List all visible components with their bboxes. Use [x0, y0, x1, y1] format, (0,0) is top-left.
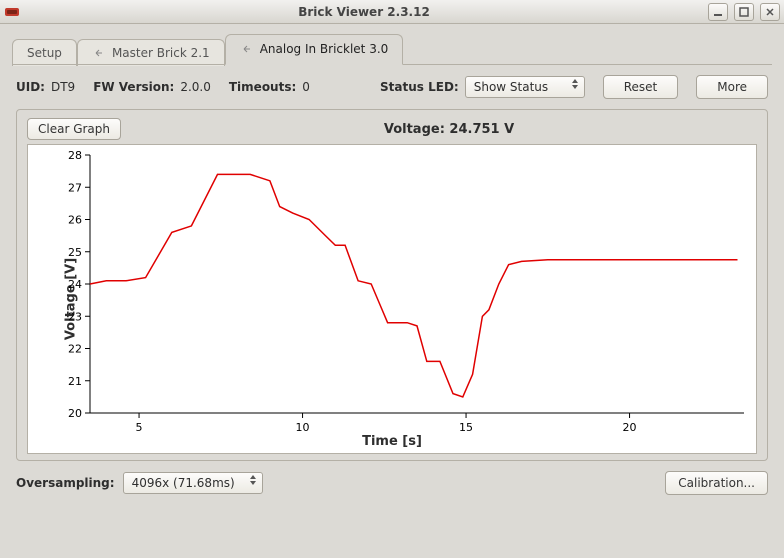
- svg-text:20: 20: [623, 421, 637, 434]
- more-button[interactable]: More: [696, 75, 768, 99]
- svg-text:22: 22: [68, 343, 82, 356]
- tab-label: Setup: [27, 46, 62, 60]
- timeouts-value: 0: [302, 80, 310, 94]
- tab-master-brick[interactable]: Master Brick 2.1: [77, 39, 225, 66]
- oversampling-value: 4096x (71.68ms): [132, 476, 235, 490]
- more-button-label: More: [717, 80, 747, 94]
- svg-text:26: 26: [68, 214, 82, 227]
- bottom-row: Oversampling: 4096x (71.68ms) Calibratio…: [16, 471, 768, 495]
- window-titlebar: Brick Viewer 2.3.12: [0, 0, 784, 24]
- clear-graph-label: Clear Graph: [38, 122, 110, 136]
- window-maximize-button[interactable]: [734, 3, 754, 21]
- svg-text:10: 10: [296, 421, 310, 434]
- status-led-select[interactable]: Show Status: [465, 76, 585, 98]
- calibration-button-label: Calibration...: [678, 476, 755, 490]
- svg-text:20: 20: [68, 407, 82, 420]
- status-led-field: Status LED: Show Status: [380, 76, 585, 98]
- app-icon: [4, 4, 20, 20]
- tab-label: Master Brick 2.1: [112, 46, 210, 60]
- timeouts-label: Timeouts:: [229, 80, 296, 94]
- uid-field: UID: DT9: [16, 80, 75, 94]
- client-area: Setup Master Brick 2.1 Analog In Brickle…: [0, 24, 784, 503]
- tab-close-icon[interactable]: [240, 42, 254, 56]
- svg-text:24: 24: [68, 278, 82, 291]
- status-led-label: Status LED:: [380, 80, 459, 94]
- tab-close-icon[interactable]: [92, 46, 106, 60]
- tab-setup[interactable]: Setup: [12, 39, 77, 66]
- clear-graph-button[interactable]: Clear Graph: [27, 118, 121, 140]
- svg-text:5: 5: [136, 421, 143, 434]
- window-title: Brick Viewer 2.3.12: [26, 5, 702, 19]
- calibration-button[interactable]: Calibration...: [665, 471, 768, 495]
- timeouts-field: Timeouts: 0: [229, 80, 310, 94]
- graph-panel: Clear Graph Voltage: 24.751 V Voltage [V…: [16, 109, 768, 461]
- fw-version-field: FW Version: 2.0.0: [93, 80, 211, 94]
- uid-label: UID:: [16, 80, 45, 94]
- svg-text:23: 23: [68, 310, 82, 323]
- info-row: UID: DT9 FW Version: 2.0.0 Timeouts: 0 S…: [16, 75, 768, 99]
- oversampling-select[interactable]: 4096x (71.68ms): [123, 472, 263, 494]
- voltage-readout: Voltage: 24.751 V: [141, 122, 757, 137]
- chart-canvas: 20 21 22 23 24 25 26 27 28 5 10 15 20: [28, 145, 756, 453]
- tab-analog-in-bricklet[interactable]: Analog In Bricklet 3.0: [225, 34, 404, 65]
- tab-label: Analog In Bricklet 3.0: [260, 42, 389, 56]
- window-minimize-button[interactable]: [708, 3, 728, 21]
- voltage-chart: Voltage [V] Time [s] 2021222324252627285…: [27, 144, 757, 454]
- svg-text:21: 21: [68, 375, 82, 388]
- reset-button-label: Reset: [624, 80, 658, 94]
- uid-value: DT9: [51, 80, 75, 94]
- window-close-button[interactable]: [760, 3, 780, 21]
- oversampling-label: Oversampling:: [16, 476, 115, 490]
- svg-text:27: 27: [68, 181, 82, 194]
- reset-button[interactable]: Reset: [603, 75, 679, 99]
- fw-version-value: 2.0.0: [180, 80, 211, 94]
- svg-text:15: 15: [459, 421, 473, 434]
- status-led-value: Show Status: [474, 80, 548, 94]
- tabstrip: Setup Master Brick 2.1 Analog In Brickle…: [12, 34, 772, 65]
- svg-text:25: 25: [68, 246, 82, 259]
- svg-text:28: 28: [68, 149, 82, 162]
- fw-version-label: FW Version:: [93, 80, 174, 94]
